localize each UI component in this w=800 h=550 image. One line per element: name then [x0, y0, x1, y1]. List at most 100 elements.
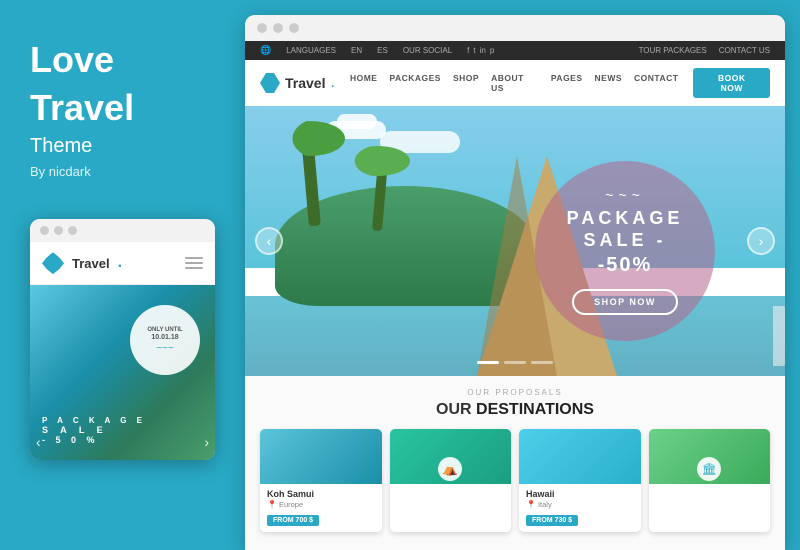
hero-dot-1[interactable]	[477, 361, 499, 364]
author-label: By nicdark	[30, 164, 215, 179]
hero-sale-overlay: ~~~ PACKAGE SALE - -50% SHOP NOW	[535, 161, 715, 341]
cloud-2	[337, 114, 377, 129]
dest-img-3	[519, 429, 641, 484]
nav-packages[interactable]: PACKAGES	[389, 73, 441, 93]
nav-logo-icon	[260, 73, 280, 93]
sale-tilde: ~~~	[605, 187, 645, 203]
proposals-title-plain: OUR	[436, 401, 476, 418]
dest-price-3: FROM 730 $	[526, 515, 578, 526]
desktop-hero: ~~~ PACKAGE SALE - -50% SHOP NOW ‹ ›	[245, 106, 785, 376]
book-now-button[interactable]: BOOK NOW	[693, 68, 770, 98]
dest-price-1: FROM 700 $	[267, 515, 319, 526]
title-travel: Travel	[30, 88, 215, 128]
left-panel: Love Travel Theme By nicdark Travel . ON…	[0, 0, 245, 550]
dest-card-4[interactable]: 🏛	[649, 429, 771, 532]
mobile-arrow-left[interactable]: ‹	[36, 434, 41, 450]
dest-region-text-1: Europe	[279, 500, 303, 509]
title-love: Love	[30, 40, 215, 80]
mobile-tilde: ~~~	[156, 343, 174, 354]
twitter-icon[interactable]: t	[473, 46, 475, 55]
mobile-hero: ONLY UNTIL 10.01.18 ~~~ P A C K A G E S …	[30, 285, 215, 460]
sale-package: PACKAGE	[567, 208, 684, 230]
hero-dots	[477, 361, 553, 364]
pin-icon-3: 📍	[526, 500, 536, 509]
proposals-title-bold: DESTINATIONS	[476, 401, 594, 418]
linkedin-icon[interactable]: in	[480, 46, 486, 55]
destinations-grid: Koh Samui 📍 Europe FROM 700 $ ⛺	[260, 429, 770, 532]
mobile-arrow-right[interactable]: ›	[204, 434, 209, 450]
nav-shop[interactable]: SHOP	[453, 73, 479, 93]
dest-name-3: Hawaii	[526, 489, 634, 499]
hero-arrow-left[interactable]: ‹	[255, 227, 283, 255]
desktop-nav: Travel . HOME PACKAGES SHOP ABOUT US PAG…	[245, 60, 785, 106]
dest-name-1: Koh Samui	[267, 489, 375, 499]
menu-line-1	[185, 257, 203, 259]
hero-arrow-right[interactable]: ›	[747, 227, 775, 255]
nav-logo-dot: .	[330, 74, 334, 92]
mobile-logo-text: Travel	[72, 256, 110, 271]
nav-news[interactable]: NEWS	[595, 73, 623, 93]
contact-us-link[interactable]: CONTACT US	[719, 46, 770, 55]
nav-about[interactable]: ABOUT US	[491, 73, 539, 93]
hero-dot-3[interactable]	[531, 361, 553, 364]
dest-region-3: 📍 Italy	[526, 500, 634, 509]
pinterest-icon[interactable]: p	[490, 46, 494, 55]
mobile-nav: Travel .	[30, 242, 215, 285]
dest-region-text-3: Italy	[538, 500, 552, 509]
sale-label: SALE -	[583, 230, 666, 252]
mobile-mockup: Travel . ONLY UNTIL 10.01.18 ~~~ P A C K…	[30, 219, 215, 460]
chevron-left-icon: ‹	[267, 233, 272, 249]
social-icons: f t in p	[467, 46, 494, 55]
nav-logo-text: Travel	[285, 75, 325, 91]
nav-pages[interactable]: PAGES	[551, 73, 583, 93]
desktop-top-bar: 🌐 LANGUAGES EN ES OUR SOCIAL f t in p TO…	[245, 41, 785, 60]
shop-now-button[interactable]: SHOP NOW	[572, 289, 678, 315]
destination-icon-2: ⛺	[443, 462, 458, 476]
desktop-titlebar	[245, 15, 785, 41]
desktop-dot-2	[273, 23, 283, 33]
mobile-only-until: ONLY UNTIL	[147, 327, 182, 334]
mobile-hamburger-icon[interactable]	[185, 257, 203, 269]
dest-info-2	[390, 484, 512, 495]
nav-contact[interactable]: CONTACT	[634, 73, 678, 93]
pin-icon-1: 📍	[267, 500, 277, 509]
menu-line-3	[185, 267, 203, 269]
dest-info-3: Hawaii 📍 Italy FROM 730 $	[519, 484, 641, 532]
dest-icon-overlay-2: ⛺	[438, 457, 462, 481]
dest-region-1: 📍 Europe	[267, 500, 375, 509]
desktop-dot-1	[257, 23, 267, 33]
dest-img-1	[260, 429, 382, 484]
proposals-eyebrow: OUR PROPOSALS	[260, 388, 770, 397]
desktop-dot-3	[289, 23, 299, 33]
tour-packages-link[interactable]: TOUR PACKAGES	[639, 46, 707, 55]
destination-icon-4: 🏛	[702, 462, 717, 476]
dest-card-2[interactable]: ⛺	[390, 429, 512, 532]
our-social-label: OUR SOCIAL	[403, 46, 452, 55]
nav-links: HOME PACKAGES SHOP ABOUT US PAGES NEWS C…	[350, 73, 679, 93]
desktop-mockup: 🌐 LANGUAGES EN ES OUR SOCIAL f t in p TO…	[245, 15, 785, 550]
chevron-right-icon: ›	[759, 233, 764, 249]
title-theme: Theme	[30, 135, 215, 158]
nav-logo: Travel .	[260, 73, 335, 93]
mobile-dot-2	[54, 226, 63, 235]
dest-card-1[interactable]: Koh Samui 📍 Europe FROM 700 $	[260, 429, 382, 532]
menu-line-2	[185, 262, 203, 264]
theme-title: Love Travel Theme By nicdark	[30, 40, 215, 209]
mobile-titlebar	[30, 219, 215, 242]
dest-icon-overlay-4: 🏛	[697, 457, 721, 481]
mobile-logo-icon	[42, 252, 64, 274]
dest-info-4	[649, 484, 771, 494]
mobile-sale-line1: P A C K A G E	[42, 416, 146, 425]
proposals-section: OUR PROPOSALS OUR DESTINATIONS Koh Samui…	[245, 376, 785, 550]
top-bar-right: TOUR PACKAGES CONTACT US	[639, 46, 770, 55]
mobile-arrows: ‹ ›	[30, 434, 215, 450]
lang-en[interactable]: EN	[351, 46, 362, 55]
sale-fifty: -50%	[598, 254, 653, 277]
languages-label: LANGUAGES	[286, 46, 336, 55]
hero-dot-2[interactable]	[504, 361, 526, 364]
dest-card-3[interactable]: Hawaii 📍 Italy FROM 730 $	[519, 429, 641, 532]
globe-icon: 🌐	[260, 45, 271, 56]
facebook-icon[interactable]: f	[467, 46, 469, 55]
lang-es[interactable]: ES	[377, 46, 388, 55]
nav-home[interactable]: HOME	[350, 73, 378, 93]
